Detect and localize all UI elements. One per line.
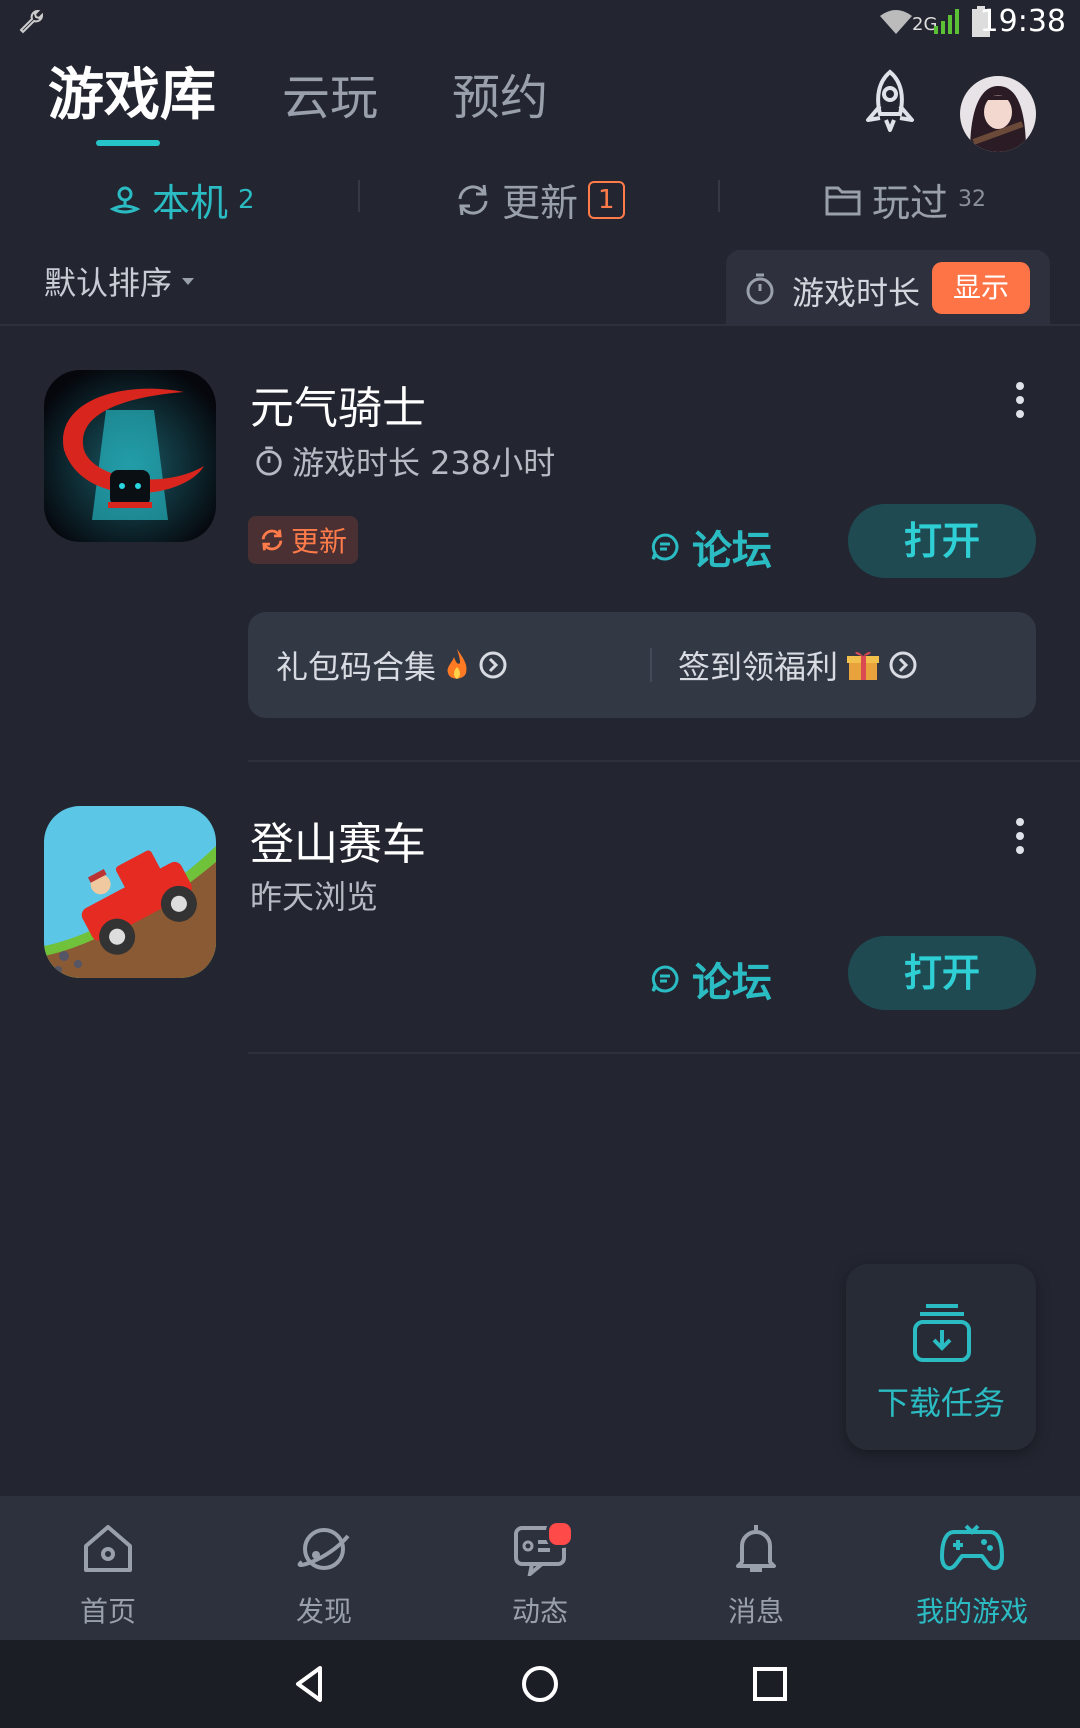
more-options-icon[interactable]: [1012, 380, 1028, 430]
nav-my-games[interactable]: 我的游戏: [864, 1496, 1080, 1640]
list-divider: [248, 760, 1080, 762]
update-tag-label: 更新: [290, 525, 347, 558]
bottom-navigation: 首页 发现 动态 消息 我的游戏: [0, 1496, 1080, 1640]
subtab-local-label: 本机: [152, 181, 229, 225]
playtime-info: 游戏时长 238小时: [254, 438, 555, 484]
show-playtime-button[interactable]: 显示: [932, 262, 1030, 314]
header-divider: [0, 324, 1080, 326]
open-game-button[interactable]: 打开: [848, 504, 1036, 578]
planet-icon: [297, 1528, 350, 1570]
sort-dropdown[interactable]: 默认排序: [44, 258, 196, 304]
chevron-right-circle-icon: [889, 651, 917, 679]
benefits-panel: 礼包码合集 签到领福利: [248, 612, 1036, 718]
more-options-icon[interactable]: [1012, 816, 1028, 866]
soul-knight-icon[interactable]: [44, 370, 216, 542]
recents-icon[interactable]: [750, 1664, 790, 1704]
forum-link[interactable]: 论坛: [650, 950, 772, 1008]
download-tray-icon: [913, 1304, 971, 1362]
subtab-divider: [718, 180, 720, 212]
chevron-right-circle-icon: [479, 651, 507, 679]
nav-my-games-label: 我的游戏: [915, 1595, 1028, 1628]
nav-messages[interactable]: 消息: [648, 1496, 864, 1640]
open-game-button[interactable]: 打开: [848, 936, 1036, 1010]
gamepad-icon: [940, 1524, 1004, 1571]
playtime-text: 游戏时长 238小时: [292, 444, 556, 482]
subtab-played-count: 32: [958, 187, 987, 212]
subtab-local[interactable]: 本机 2: [108, 172, 255, 227]
tab-indicator: [96, 140, 160, 146]
clock: 19:38: [979, 4, 1066, 39]
avatar[interactable]: [960, 76, 1036, 152]
refresh-icon: [261, 529, 283, 551]
bell-icon: [736, 1525, 776, 1572]
subtab-update[interactable]: 更新 1: [454, 172, 625, 227]
rocket-icon[interactable]: [856, 68, 924, 136]
playtime-label: 游戏时长: [792, 274, 921, 312]
tab-cloud-play[interactable]: 云玩: [282, 58, 378, 128]
gift-code-link[interactable]: 礼包码合集: [276, 642, 508, 688]
forum-link[interactable]: 论坛: [650, 518, 772, 576]
nav-home-label: 首页: [79, 1595, 136, 1628]
update-count-badge: 1: [588, 180, 625, 219]
game-title[interactable]: 元气骑士: [250, 372, 426, 436]
stopwatch-icon: [256, 446, 282, 476]
subtab-played[interactable]: 玩过 32: [824, 172, 986, 227]
notification-dot: [546, 1520, 574, 1548]
download-tasks-label: 下载任务: [876, 1384, 1005, 1422]
tab-game-library[interactable]: 游戏库: [48, 50, 216, 131]
status-bar: 2G 19:38: [0, 0, 1080, 44]
refresh-icon: [458, 184, 488, 215]
home-icon: [84, 1525, 132, 1572]
folder-icon: [825, 186, 861, 215]
playtime-toggle: 游戏时长 显示: [726, 250, 1050, 324]
chat-bubble-icon: [651, 533, 679, 561]
wrench-icon: [19, 10, 43, 34]
nav-discover-label: 发现: [295, 1595, 352, 1628]
hill-climb-racing-icon[interactable]: [44, 806, 216, 978]
chat-bubble-icon: [651, 965, 679, 993]
fire-icon: [447, 649, 467, 679]
subtab-played-label: 玩过: [872, 181, 949, 225]
nav-home[interactable]: 首页: [0, 1496, 216, 1640]
nav-discover[interactable]: 发现: [216, 1496, 432, 1640]
nav-messages-label: 消息: [727, 1595, 784, 1628]
forum-label: 论坛: [692, 960, 772, 1006]
caret-down-icon: [182, 278, 195, 285]
nav-feed-label: 动态: [511, 1595, 568, 1628]
tab-reserve[interactable]: 预约: [452, 58, 548, 128]
subtab-update-label: 更新: [502, 181, 579, 225]
local-device-icon: [109, 186, 141, 213]
home-circle-icon[interactable]: [520, 1664, 560, 1704]
forum-label: 论坛: [692, 528, 772, 574]
signin-label: 签到领福利: [678, 648, 839, 686]
last-viewed: 昨天浏览: [250, 878, 379, 916]
download-tasks-button[interactable]: 下载任务: [846, 1264, 1036, 1450]
stopwatch-icon: [746, 273, 774, 305]
sort-label: 默认排序: [44, 264, 173, 302]
signin-link[interactable]: 签到领福利: [678, 642, 918, 688]
gift-code-label: 礼包码合集: [276, 648, 437, 686]
benefits-divider: [650, 648, 652, 682]
signal-icon: [934, 9, 959, 34]
update-tag[interactable]: 更新: [248, 516, 358, 564]
system-navigation-bar: [0, 1640, 1080, 1728]
game-title[interactable]: 登山赛车: [250, 808, 426, 872]
gift-icon: [847, 651, 880, 680]
nav-feed[interactable]: 动态: [432, 1496, 648, 1640]
list-divider: [248, 1052, 1080, 1054]
subtab-local-count: 2: [238, 184, 255, 215]
back-icon[interactable]: [290, 1664, 330, 1704]
wifi-icon: [880, 10, 912, 34]
subtab-divider: [358, 180, 360, 212]
